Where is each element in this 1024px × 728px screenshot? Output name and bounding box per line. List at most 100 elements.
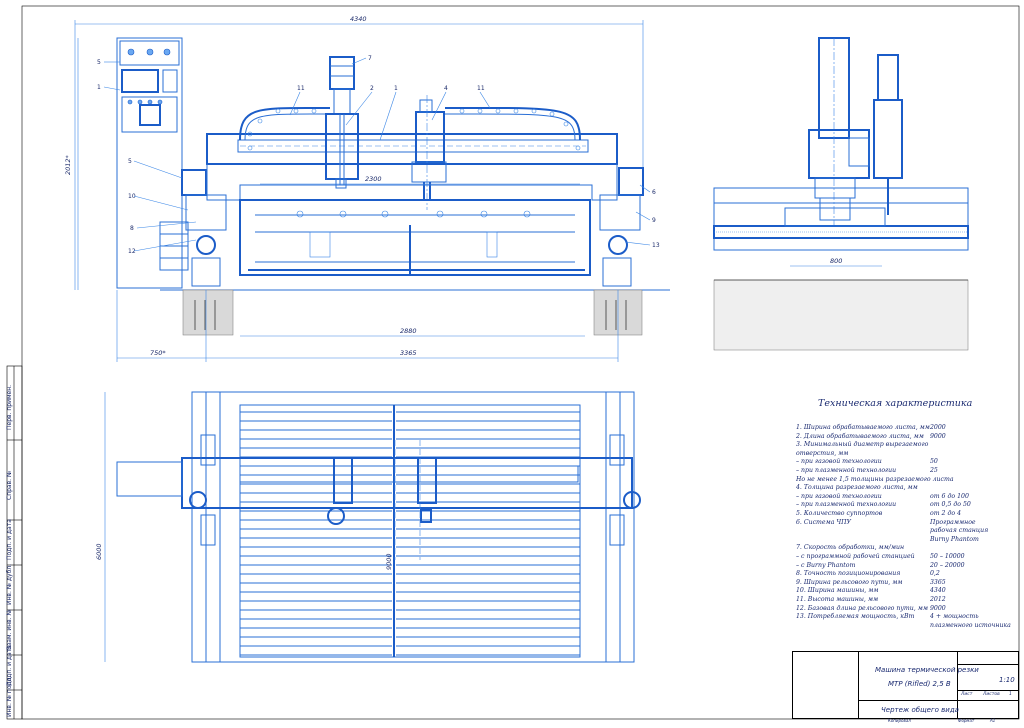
left-drive [181,169,207,196]
title-sheets-count: 1 [1009,692,1012,697]
front-view: 4340 2012* 2300 2880 750* 3365 5 1 5 10 … [64,15,670,362]
margin-label: Взам. инв. № [6,609,13,650]
margin-label: Инв. № подл. [6,676,13,717]
spec-row-label: – при газовой технологии [796,458,882,466]
title-name-line2: МТР (Rifled) 2,5 В [888,680,951,688]
spec-row-value: плазменного источника [930,621,1011,629]
spec-row-value: 0,2 [930,570,940,578]
specs-title: Техническая характеристика [818,398,973,409]
title-name-line1: Машина термической резки [875,666,979,674]
spec-row-value: от 2 до 4 [930,510,962,517]
spec-row-label: 12. Базовая длина рельсового пути, мм [796,604,928,612]
callout-label: 9 [652,217,656,224]
spec-row-label: 9. Ширина рельсового пути, мм [796,578,903,586]
left-foundation [182,289,234,336]
dim-side-width: 800 [830,257,842,265]
margin-label: Подп. и дата [6,519,13,560]
side-view: 800 [713,37,969,351]
margin-label: Справ. № [6,471,13,500]
dim-plan-length: 9000 [385,553,393,570]
spec-row-label: 8. Точность позиционирования [796,570,901,578]
spec-row-value: от 0,5 до 50 [930,501,971,509]
spec-row-label: 4. Толщина разрезаемого листа, мм [796,484,918,492]
spec-row-label: – с Burny Phantom [796,561,856,569]
dim-left-offset: 750* [150,349,166,357]
spec-row-value: 9000 [930,432,946,440]
spec-row-value: 9000 [930,604,946,612]
dim-span: 2300 [365,175,382,183]
plan-view: 6000 9000 [95,391,641,663]
spec-row-label: 5. Количество суппортов [796,510,883,517]
dim-height: 2012* [64,154,72,175]
spec-row-value: 4 + мощность [930,613,979,621]
spec-row-label: Но не менее 1,5 толщины разрезаемого лис… [796,475,954,483]
copied-label: Копировал [888,718,911,723]
title-sheet-title: Чертеж общего вида [881,706,959,714]
right-drive [618,167,644,196]
plan-rail-frame [191,391,635,663]
spec-row-value: 25 [930,467,938,474]
title-sheet-label: Лист [961,692,973,697]
dim-overall-width: 4340 [350,15,367,23]
spec-row-label: 2. Длина обрабатываемого листа, мм [796,432,924,440]
title-scale: 1:10 [999,676,1015,684]
spec-row-value: рабочая станция [930,527,989,535]
format-label: Формат [958,718,975,723]
callout-label: 13 [652,242,660,249]
spec-row-label: 3. Минимальный диаметр вырезаемого [796,441,929,449]
callout-label: 5 [97,59,101,66]
center-carriage [415,111,445,163]
spec-row-value: 20 – 20000 [930,561,965,569]
callout-label: 10 [128,193,136,200]
side-foundation [713,279,969,351]
spec-row-label: 7. Скорость обработки, мм/мин [796,544,905,552]
callout-label: 12 [128,248,136,255]
spec-row-value: 3365 [930,578,946,586]
spec-row-label: отверстия, мм [796,449,849,457]
spec-row-label: – при плазменной технологии [796,467,897,474]
callout-label: 1 [394,85,398,92]
spec-row-value: 4340 [930,587,946,595]
spec-row-label: 1. Ширина обрабатываемого листа, мм [796,424,930,431]
spec-row-label: 6. Система ЧПУ [796,518,852,526]
callout-label: 4 [444,85,448,92]
callout-label: 8 [130,225,134,232]
cutting-table [239,199,591,276]
callout-label: 6 [652,189,656,196]
spec-row-label: – с программной рабочей станцией [796,553,915,560]
spec-row-value: от 6 до 100 [930,492,969,500]
left-wheel [196,235,216,255]
dim-rail-span: 2880 [400,327,417,335]
spec-row-label: – при газовой технологии [796,492,882,500]
control-display [121,69,159,93]
left-carriage [325,113,359,180]
side-rail-frame [713,187,969,251]
title-sheets-label: Листов [983,692,1000,697]
callout-label: 11 [477,85,485,92]
spec-row-label: 10. Ширина машины, мм [796,587,879,595]
margin-label: Перв. примен. [6,385,13,430]
plan-console [116,461,183,497]
callout-label: 1 [97,84,101,91]
control-cabinet [116,37,183,289]
callout-label: 11 [297,85,305,92]
callouts: 5 1 5 10 8 12 11 2 1 4 11 7 6 9 13 [97,55,660,255]
dim-plan-width: 6000 [95,543,103,560]
format-value: А1 [990,718,996,723]
drawing-sheet: Перв. примен. Справ. № Подп. и дата Инв.… [0,0,1024,724]
spec-row-value: Программное [930,518,976,526]
title-block: Машина термической резки МТР (Rifled) 2,… [792,651,1019,719]
dim-base-width: 3365 [400,349,417,357]
spec-row-value: 2000 [930,424,946,431]
side-motor [877,54,899,101]
callout-label: 2 [370,85,374,92]
spec-row-value: Burny Phantom [930,535,979,543]
right-wheel [608,235,628,255]
spec-row-label: 13. Потребляемая мощность, кВт [796,613,915,621]
margin-label: Инв. № дубл. [6,564,13,605]
spec-row-value: 50 – 10000 [930,553,965,560]
gantry-beam [206,133,618,165]
callout-label: 5 [128,158,132,165]
spec-row-value: 2012 [930,596,946,603]
spec-row-value: 50 [930,458,938,466]
